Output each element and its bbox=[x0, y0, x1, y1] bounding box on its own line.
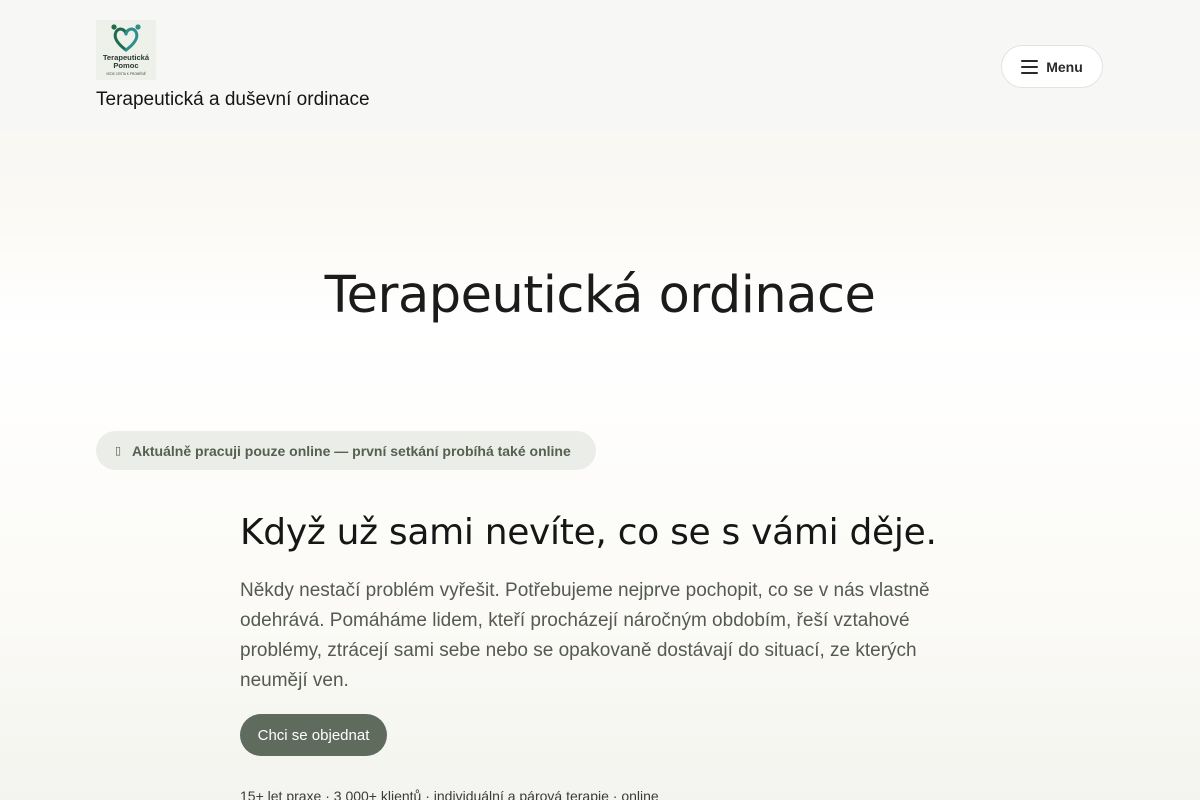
menu-button[interactable]: Menu bbox=[1001, 45, 1103, 88]
heart-people-logo-icon: Terapeutická Pomoc VEDE CESTA K PROMĚNĚ bbox=[96, 20, 156, 80]
notice-text: Aktuálně pracuji pouze online — první se… bbox=[132, 442, 571, 459]
menu-label: Menu bbox=[1046, 58, 1083, 75]
site-logo[interactable]: Terapeutická Pomoc VEDE CESTA K PROMĚNĚ bbox=[96, 20, 156, 80]
info-icon: ▯ bbox=[115, 444, 122, 457]
hamburger-icon bbox=[1021, 59, 1039, 74]
site-header: Terapeutická Pomoc VEDE CESTA K PROMĚNĚ … bbox=[0, 0, 1200, 132]
lead-heading: Když už sami nevíte, co se s vámi děje. bbox=[240, 512, 937, 553]
lead-paragraph: Někdy nestačí problém vyřešit. Potřebuje… bbox=[240, 580, 930, 691]
site-title[interactable]: Terapeutická a duševní ordinace bbox=[96, 89, 370, 111]
book-appointment-button[interactable]: Chci se objednat bbox=[240, 714, 387, 756]
logo-text-line2: Pomoc bbox=[113, 61, 138, 70]
online-notice-badge: ▯ Aktuálně pracuji pouze online — první … bbox=[96, 431, 596, 470]
page-title: Terapeutická ordinace bbox=[324, 266, 876, 325]
logo-text-line3: VEDE CESTA K PROMĚNĚ bbox=[106, 71, 146, 76]
practice-stats: 15+ let praxe · 3 000+ klientů · individ… bbox=[240, 788, 659, 800]
